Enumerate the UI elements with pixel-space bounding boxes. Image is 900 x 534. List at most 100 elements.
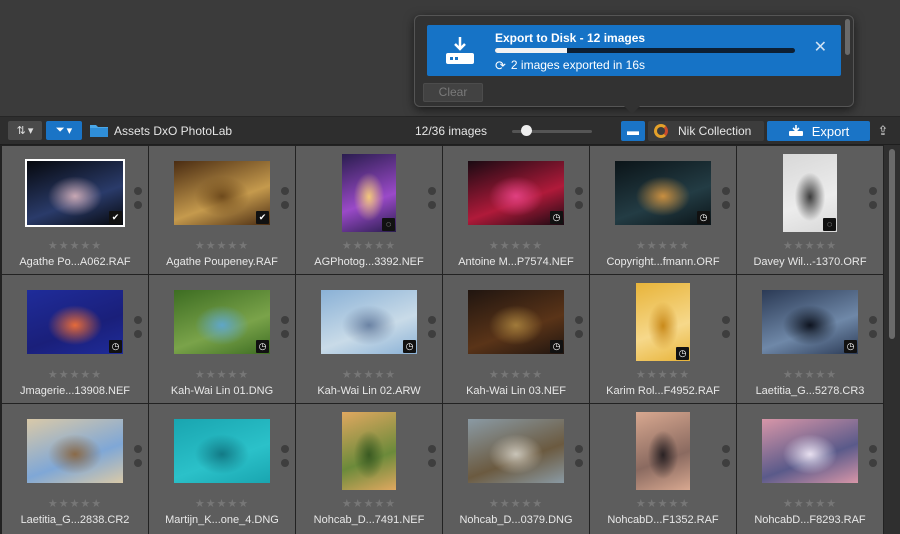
pick-reject-dots[interactable] xyxy=(869,187,877,211)
sort-button[interactable]: ⇅ ▾ xyxy=(8,121,42,140)
star-rating[interactable]: ★★★★★ xyxy=(590,368,736,381)
flag-dot[interactable] xyxy=(575,330,583,338)
star-rating[interactable]: ★★★★★ xyxy=(149,368,295,381)
flag-dot[interactable] xyxy=(428,330,436,338)
image-thumbnail[interactable] xyxy=(27,419,123,483)
star-rating[interactable]: ★★★★★ xyxy=(149,497,295,510)
flag-dot[interactable] xyxy=(281,187,289,195)
flag-dot[interactable] xyxy=(722,316,730,324)
image-thumbnail[interactable] xyxy=(636,412,690,490)
star-rating[interactable]: ★★★★★ xyxy=(296,239,442,252)
flag-dot[interactable] xyxy=(428,459,436,467)
flag-dot[interactable] xyxy=(134,445,142,453)
image-thumbnail[interactable]: ◷ xyxy=(615,161,711,225)
star-rating[interactable]: ★★★★★ xyxy=(737,368,883,381)
pick-reject-dots[interactable] xyxy=(575,445,583,469)
flag-dot[interactable] xyxy=(722,187,730,195)
star-rating[interactable]: ★★★★★ xyxy=(296,368,442,381)
image-thumbnail-cell[interactable]: ★★★★★ Nohcab_D...0379.DNG xyxy=(443,404,589,534)
image-thumbnail-cell[interactable]: ◷ ★★★★★ Karim Rol...F4952.RAF xyxy=(590,275,736,403)
image-thumbnail[interactable]: ◌ xyxy=(783,154,837,232)
pick-reject-dots[interactable] xyxy=(134,316,142,340)
flag-dot[interactable] xyxy=(575,201,583,209)
flag-dot[interactable] xyxy=(869,330,877,338)
star-rating[interactable]: ★★★★★ xyxy=(149,239,295,252)
flag-dot[interactable] xyxy=(428,445,436,453)
image-thumbnail[interactable]: ◷ xyxy=(762,290,858,354)
flag-dot[interactable] xyxy=(722,445,730,453)
pick-reject-dots[interactable] xyxy=(428,187,436,211)
image-thumbnail-cell[interactable]: ◷ ★★★★★ Kah-Wai Lin 03.NEF xyxy=(443,275,589,403)
star-rating[interactable]: ★★★★★ xyxy=(443,239,589,252)
pick-reject-dots[interactable] xyxy=(575,316,583,340)
image-thumbnail[interactable]: ◷ xyxy=(636,283,690,361)
filter-button[interactable]: ⏷ ▾ xyxy=(46,121,82,140)
image-thumbnail-cell[interactable]: ◷ ★★★★★ Laetitia_G...5278.CR3 xyxy=(737,275,883,403)
pick-reject-dots[interactable] xyxy=(281,316,289,340)
flag-dot[interactable] xyxy=(281,330,289,338)
flag-dot[interactable] xyxy=(428,316,436,324)
star-rating[interactable]: ★★★★★ xyxy=(590,239,736,252)
image-thumbnail[interactable] xyxy=(468,419,564,483)
flag-dot[interactable] xyxy=(575,445,583,453)
clear-button[interactable]: Clear xyxy=(423,83,483,102)
image-thumbnail-cell[interactable]: ◌ ★★★★★ AGPhotog...3392.NEF xyxy=(296,146,442,274)
image-thumbnail[interactable]: ◌ xyxy=(342,154,396,232)
pick-reject-dots[interactable] xyxy=(428,445,436,469)
flag-dot[interactable] xyxy=(722,201,730,209)
close-icon[interactable]: ✕ xyxy=(814,40,827,56)
export-queue-button[interactable]: ▬ xyxy=(621,121,645,141)
share-icon[interactable]: ⇪ xyxy=(873,121,893,141)
pick-reject-dots[interactable] xyxy=(869,445,877,469)
flag-dot[interactable] xyxy=(575,187,583,195)
flag-dot[interactable] xyxy=(134,316,142,324)
star-rating[interactable]: ★★★★★ xyxy=(443,368,589,381)
image-thumbnail[interactable]: ◷ xyxy=(27,290,123,354)
flag-dot[interactable] xyxy=(722,330,730,338)
image-thumbnail[interactable]: ✔ xyxy=(25,159,125,227)
image-thumbnail[interactable] xyxy=(342,412,396,490)
grid-scrollbar[interactable] xyxy=(884,145,900,534)
star-rating[interactable]: ★★★★★ xyxy=(737,497,883,510)
flag-dot[interactable] xyxy=(428,187,436,195)
pick-reject-dots[interactable] xyxy=(281,445,289,469)
star-rating[interactable]: ★★★★★ xyxy=(2,368,148,381)
nik-collection-button[interactable]: Nik Collection xyxy=(648,121,764,141)
image-thumbnail-cell[interactable]: ◷ ★★★★★ Kah-Wai Lin 01.DNG xyxy=(149,275,295,403)
flag-dot[interactable] xyxy=(134,459,142,467)
flag-dot[interactable] xyxy=(869,316,877,324)
flag-dot[interactable] xyxy=(575,316,583,324)
export-button[interactable]: Export xyxy=(767,121,870,141)
star-rating[interactable]: ★★★★★ xyxy=(2,239,148,252)
pick-reject-dots[interactable] xyxy=(134,445,142,469)
pick-reject-dots[interactable] xyxy=(428,316,436,340)
flag-dot[interactable] xyxy=(575,459,583,467)
flag-dot[interactable] xyxy=(134,187,142,195)
image-thumbnail-cell[interactable]: ★★★★★ Nohcab_D...7491.NEF xyxy=(296,404,442,534)
flag-dot[interactable] xyxy=(869,201,877,209)
flag-dot[interactable] xyxy=(281,445,289,453)
image-thumbnail-cell[interactable]: ★★★★★ Laetitia_G...2838.CR2 xyxy=(2,404,148,534)
pick-reject-dots[interactable] xyxy=(722,316,730,340)
export-job[interactable]: Export to Disk - 12 images ⟳ 2 images ex… xyxy=(427,25,841,76)
image-thumbnail[interactable] xyxy=(174,419,270,483)
image-thumbnail[interactable]: ◷ xyxy=(468,290,564,354)
flag-dot[interactable] xyxy=(134,201,142,209)
image-thumbnail-cell[interactable]: ★★★★★ NohcabD...F1352.RAF xyxy=(590,404,736,534)
image-thumbnail-cell[interactable]: ✔ ★★★★★ Agathe Poupeney.RAF xyxy=(149,146,295,274)
pick-reject-dots[interactable] xyxy=(722,187,730,211)
image-thumbnail[interactable] xyxy=(762,419,858,483)
image-thumbnail[interactable]: ◷ xyxy=(174,290,270,354)
star-rating[interactable]: ★★★★★ xyxy=(2,497,148,510)
star-rating[interactable]: ★★★★★ xyxy=(296,497,442,510)
pick-reject-dots[interactable] xyxy=(869,316,877,340)
image-thumbnail-cell[interactable]: ◷ ★★★★★ Kah-Wai Lin 02.ARW xyxy=(296,275,442,403)
image-thumbnail-cell[interactable]: ✔ ★★★★★ Agathe Po...A062.RAF xyxy=(2,146,148,274)
pick-reject-dots[interactable] xyxy=(575,187,583,211)
pick-reject-dots[interactable] xyxy=(134,187,142,211)
star-rating[interactable]: ★★★★★ xyxy=(443,497,589,510)
image-thumbnail-cell[interactable]: ◷ ★★★★★ Antoine M...P7574.NEF xyxy=(443,146,589,274)
popup-scrollbar[interactable] xyxy=(845,19,850,55)
flag-dot[interactable] xyxy=(869,459,877,467)
star-rating[interactable]: ★★★★★ xyxy=(590,497,736,510)
